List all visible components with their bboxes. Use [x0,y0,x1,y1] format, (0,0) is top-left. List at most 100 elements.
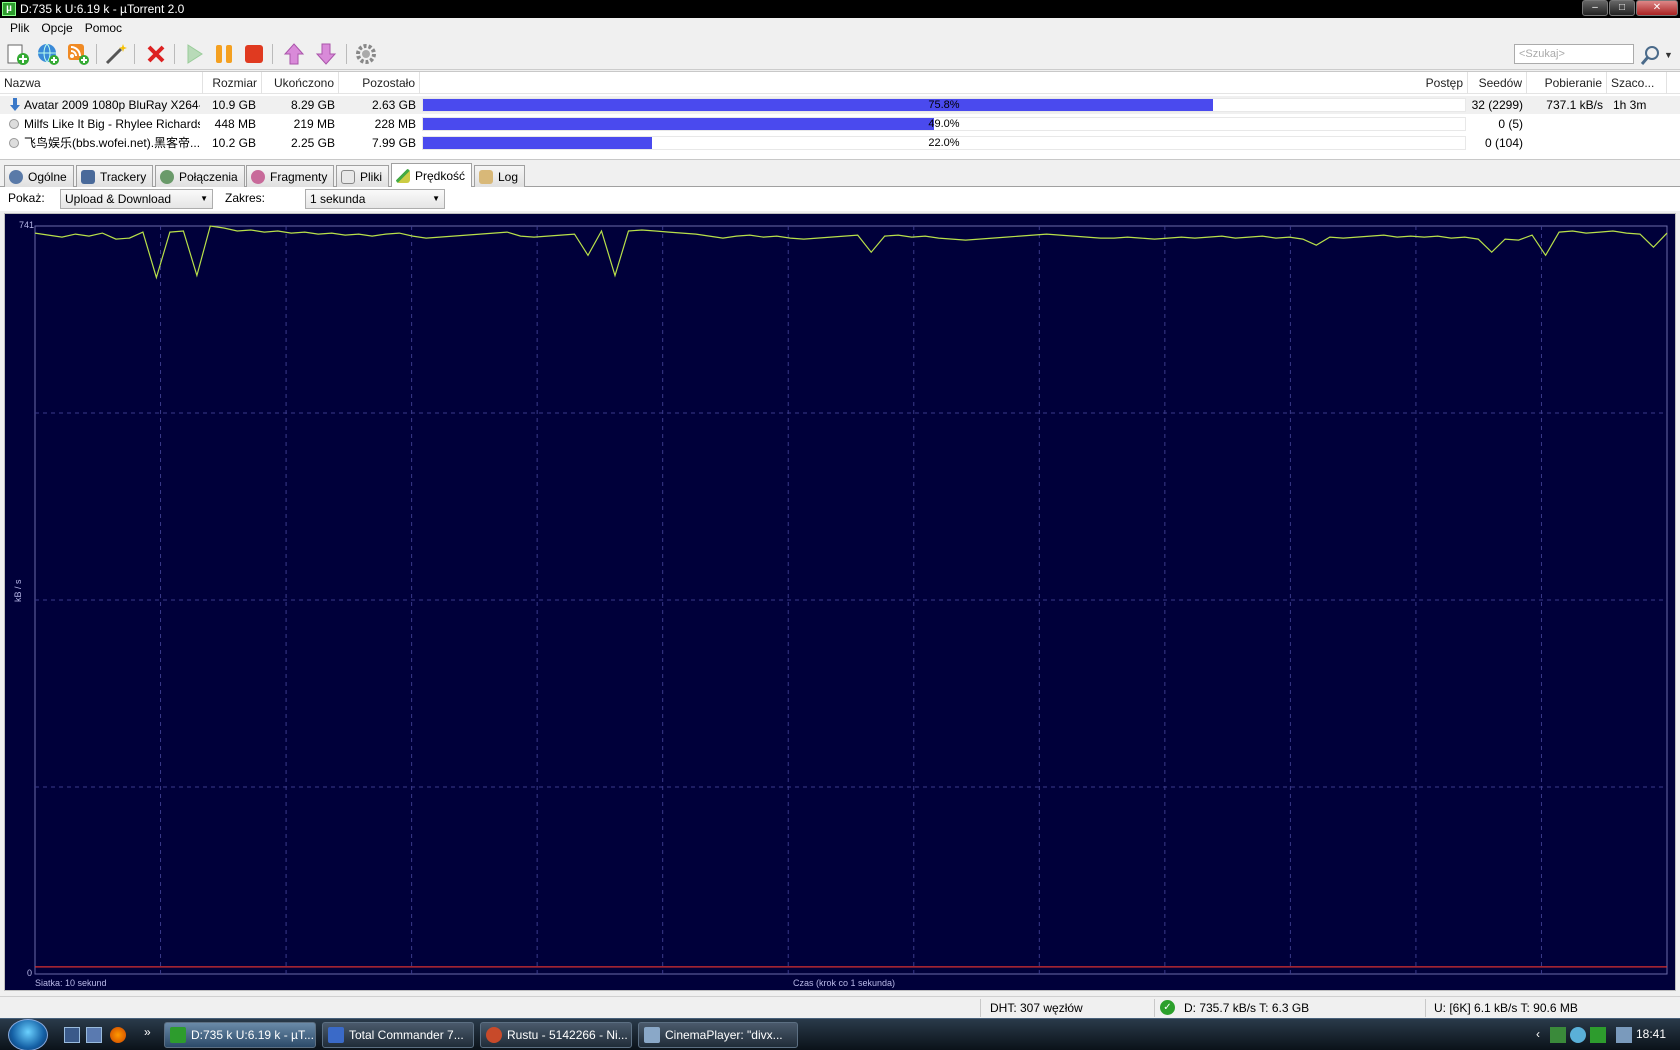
column-header-download[interactable]: Pobieranie [1527,72,1607,94]
torrent-seeds: 0 (5) [1498,117,1523,131]
tray-app-icon[interactable] [1550,1027,1566,1043]
download-series-line [34,225,1668,280]
search-icon[interactable] [1640,44,1662,66]
peers-icon [160,169,174,184]
progress-text: 22.0% [928,137,960,149]
detail-tabs: Ogólne Trackery Połączenia Fragmenty Pli… [0,163,1680,188]
move-down-icon[interactable] [314,42,338,66]
search-dropdown-icon[interactable]: ▼ [1664,50,1673,60]
upload-status[interactable]: U: [6K] 6.1 kB/s T: 90.6 MB [1434,1001,1578,1015]
menu-pomoc[interactable]: Pomoc [79,21,128,35]
torrent-row[interactable]: Avatar 2009 1080p BluRay X264-... 10.9 G… [0,96,1680,114]
torrent-remaining: 228 MB [374,117,416,131]
network-ok-icon[interactable]: ✓ [1160,1000,1175,1015]
y-axis-label: kB / s [13,579,23,602]
tab-pieces[interactable]: Fragmenty [246,165,335,187]
speed-graph: 741 0 kB / s Siatka: 10 sekund Czas (kro… [4,213,1676,991]
range-select[interactable]: 1 sekunda ▼ [305,189,445,209]
task-utorrent[interactable]: D:735 k U:6.19 k - µT... [164,1022,316,1048]
column-header-remaining[interactable]: Pozostało [339,72,420,94]
window-title: D:735 k U:6.19 k - µTorrent 2.0 [20,2,185,16]
status-bar: DHT: 307 węzłów ✓ D: 735.7 kB/s T: 6.3 G… [0,996,1680,1018]
progress-bar: 22.0% [422,136,1466,150]
progress-text: 75.8% [928,99,960,111]
window-controls: – □ ✕ [1581,0,1678,16]
start-icon[interactable] [182,42,206,66]
task-rustu[interactable]: Rustu - 5142266 - Ni... [480,1022,632,1048]
column-header-done[interactable]: Ukończono [262,72,339,94]
show-desktop-icon[interactable] [64,1027,80,1043]
torrent-row[interactable]: Milfs Like It Big - Rhylee Richards 448 … [0,115,1680,133]
firefox-icon[interactable] [110,1027,126,1043]
close-button[interactable]: ✕ [1636,0,1678,16]
torrent-done: 8.29 GB [290,98,335,112]
progress-text: 49.0% [928,118,960,130]
preferences-icon[interactable] [354,42,378,66]
add-torrent-icon[interactable] [6,42,30,66]
create-torrent-icon[interactable] [104,42,128,66]
pause-icon[interactable] [212,42,236,66]
task-cinemaplayer[interactable]: CinemaPlayer: "divx... [638,1022,798,1048]
info-icon [9,169,23,184]
tray-utorrent-icon[interactable] [1590,1027,1606,1043]
menu-plik[interactable]: Plik [4,21,35,35]
speed-graph-canvas [34,225,1668,975]
column-header-size[interactable]: Rozmiar [203,72,262,94]
y-min-label: 0 [27,968,33,978]
queued-icon [9,138,19,148]
clock: 18:41 [1636,1027,1667,1041]
stop-icon[interactable] [242,42,266,66]
torrent-eta: 1h 3m [1613,98,1647,112]
tab-general[interactable]: Ogólne [4,165,74,187]
search-input[interactable]: <Szukaj> [1514,44,1634,64]
queued-icon [9,119,19,129]
downloading-icon [10,98,20,111]
x-axis-label: Czas (krok co 1 sekunda) [793,978,896,988]
torrent-size: 448 MB [214,117,256,131]
maximize-button[interactable]: □ [1609,0,1635,16]
toolbar: <Szukaj> ▼ [0,38,1680,70]
quicklaunch-more-icon[interactable]: » [144,1025,151,1039]
tray-network-icon[interactable] [1570,1027,1586,1043]
torrent-remaining: 7.99 GB [371,136,416,150]
column-header-eta[interactable]: Szaco... [1607,72,1667,94]
minimize-button[interactable]: – [1582,0,1608,16]
add-rss-icon[interactable] [66,42,90,66]
progress-bar: 75.8% [422,98,1466,112]
torrent-row[interactable]: 飞鸟娱乐(bbs.wofei.net).黑客帝... 10.2 GB 2.25 … [0,134,1680,152]
column-header-seeds[interactable]: Seedów [1468,72,1527,94]
grid-note: Siatka: 10 sekund [35,978,107,988]
progress-bar: 49.0% [422,117,1466,131]
torrent-download-speed [1527,134,1603,152]
network-icon [81,169,95,184]
tab-trackers[interactable]: Trackery [76,165,154,187]
move-up-icon[interactable] [282,42,306,66]
torrent-download-speed: 737.1 kB/s [1546,98,1603,112]
tab-peers[interactable]: Połączenia [155,165,245,187]
switch-windows-icon[interactable] [86,1027,102,1043]
column-header-progress[interactable]: Postęp [420,72,1468,94]
pieces-icon [251,169,265,184]
task-total-commander[interactable]: Total Commander 7... [322,1022,474,1048]
tab-speed[interactable]: Prędkość [391,163,473,188]
show-select[interactable]: Upload & Download ▼ [60,189,213,209]
chevron-down-icon: ▼ [200,194,208,203]
menu-opcje[interactable]: Opcje [35,21,78,35]
torrent-name: Avatar 2009 1080p BluRay X264-... [24,98,200,112]
download-status[interactable]: D: 735.7 kB/s T: 6.3 GB [1184,1001,1309,1015]
tab-log[interactable]: Log [474,165,526,187]
remove-icon[interactable] [144,42,168,66]
torrent-eta [1613,134,1667,152]
utorrent-icon: µ [2,2,16,16]
tray-expand-icon[interactable]: ‹ [1536,1027,1540,1041]
menu-bar: Plik Opcje Pomoc [0,18,1680,38]
column-header-name[interactable]: Nazwa [0,72,203,94]
files-icon [341,169,355,184]
app-icon [486,1027,502,1043]
tab-files[interactable]: Pliki [336,165,390,187]
torrent-name: 飞鸟娱乐(bbs.wofei.net).黑客帝... [24,136,200,150]
tray-volume-icon[interactable] [1616,1027,1632,1043]
add-url-icon[interactable] [36,42,60,66]
show-label: Pokaż: [8,191,45,205]
start-button[interactable] [8,1019,48,1050]
